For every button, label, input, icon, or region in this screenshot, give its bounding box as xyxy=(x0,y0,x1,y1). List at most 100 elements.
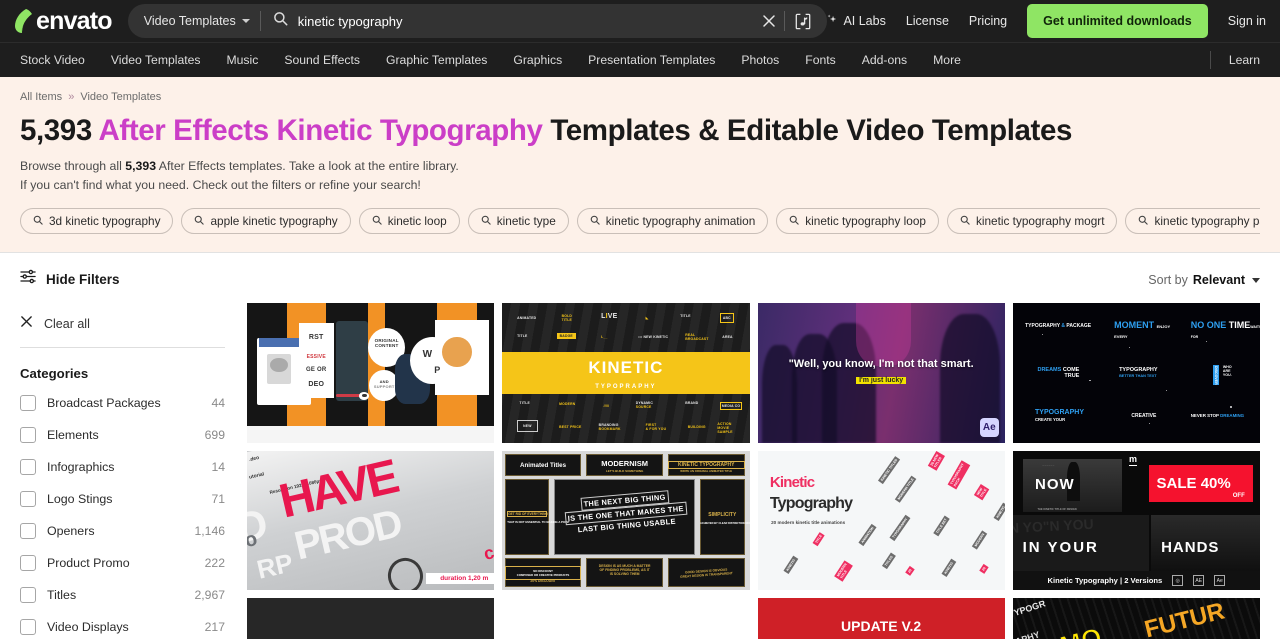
pill-apple-kinetic-typography[interactable]: apple kinetic typography xyxy=(181,208,351,235)
pill-label: kinetic type xyxy=(496,214,556,229)
pill-3d-kinetic-typography[interactable]: 3d kinetic typography xyxy=(20,208,174,235)
nav-item-graphic-templates[interactable]: Graphic Templates xyxy=(386,53,487,67)
result-card[interactable]: FUN xyxy=(247,598,495,639)
related-search-pills: 3d kinetic typography apple kinetic typo… xyxy=(20,208,1260,252)
get-unlimited-downloads-button[interactable]: Get unlimited downloads xyxy=(1027,4,1208,38)
result-card[interactable]: RST ESSIVE GE OR DEO ORIGINAL CONTENT AND… xyxy=(247,303,495,443)
filter-elements[interactable]: Elements 699 xyxy=(20,419,225,451)
result-card[interactable]: TYPOGR APHY TIC MO FUTUR FAST & UTU III xyxy=(1012,598,1260,639)
breadcrumb-separator: » xyxy=(68,91,75,103)
envato-logo[interactable]: envato xyxy=(14,8,113,34)
checkbox[interactable] xyxy=(20,459,36,476)
card-sale-sub: OFF xyxy=(1232,493,1245,500)
badge-icon: Ae xyxy=(1214,575,1226,587)
filter-count: 71 xyxy=(211,492,225,507)
result-card[interactable]: UPDATE V.2 80 ANIMATION TITLES xyxy=(757,598,1005,639)
result-card[interactable]: Kinetic Typography 20 modern kinetic tit… xyxy=(757,450,1005,591)
pill-kinetic-typography-pack[interactable]: kinetic typography pack xyxy=(1125,208,1260,235)
nav-item-add-ons[interactable]: Add-ons xyxy=(862,53,907,67)
search-icon xyxy=(273,11,288,31)
filter-video-displays[interactable]: Video Displays 217 xyxy=(20,611,225,639)
filter-infographics[interactable]: Infographics 14 xyxy=(20,451,225,483)
badge-icon: AE xyxy=(1193,575,1205,587)
nav-item-presentation-templates[interactable]: Presentation Templates xyxy=(588,53,715,67)
divider xyxy=(1209,51,1211,69)
search-category-dropdown[interactable]: Video Templates xyxy=(144,14,260,28)
bolt-icon xyxy=(14,9,34,33)
filter-broadcast-packages[interactable]: Broadcast Packages 44 xyxy=(20,387,225,419)
sign-in-link[interactable]: Sign in xyxy=(1228,14,1266,28)
nav-item-music[interactable]: Music xyxy=(227,53,259,67)
result-card[interactable]: "Well, you know, I'm not that smart. I'm… xyxy=(757,303,1005,443)
hide-filters-label: Hide Filters xyxy=(46,271,120,287)
result-card[interactable]: — — — — — — NOW THE KINETIC TITLE OF DES… xyxy=(1012,450,1260,591)
sparkle-icon xyxy=(827,14,838,29)
pill-label: kinetic typography mogrt xyxy=(975,214,1105,229)
pill-kinetic-type[interactable]: kinetic type xyxy=(467,208,569,235)
result-card[interactable]: Animated Titles MODERNISM LET'S BUILD SO… xyxy=(502,450,750,591)
filter-count: 699 xyxy=(204,428,225,443)
card-footer-bar: Kinetic Typography | 2 Versions ◎ AE Ae xyxy=(1012,571,1260,591)
music-search-icon[interactable] xyxy=(785,13,821,30)
checkbox[interactable] xyxy=(20,427,36,444)
nav-item-stock-video[interactable]: Stock Video xyxy=(20,53,85,67)
nav-item-sound-effects[interactable]: Sound Effects xyxy=(284,53,360,67)
filter-openers[interactable]: Openers 1,146 xyxy=(20,515,225,547)
subtitle-count: 5,393 xyxy=(125,159,157,174)
nav-item-video-templates[interactable]: Video Templates xyxy=(111,53,201,67)
card-title: KINETIC xyxy=(588,357,664,377)
pill-label: kinetic loop xyxy=(387,214,447,229)
result-card[interactable]: TYPOGRAPHY & PACKAGE MOMENT ENJOY EVERY N… xyxy=(1012,303,1260,443)
nav-item-photos[interactable]: Photos xyxy=(741,53,779,67)
pill-kinetic-loop[interactable]: kinetic loop xyxy=(358,208,460,235)
result-card[interactable]: .deo utorial Resolution 1920x1080px D o … xyxy=(247,450,495,591)
search-bar[interactable]: Video Templates xyxy=(127,4,828,38)
nav-ai-labs[interactable]: AI Labs xyxy=(827,14,886,29)
nav-license[interactable]: License xyxy=(906,14,949,28)
divider xyxy=(20,347,225,349)
sort-value: Relevant xyxy=(1192,273,1245,288)
nav-item-learn[interactable]: Learn xyxy=(1229,53,1260,67)
filter-logo-stings[interactable]: Logo Stings 71 xyxy=(20,483,225,515)
filter-label: Openers xyxy=(47,524,95,539)
pill-label: kinetic typography pack xyxy=(1154,214,1260,229)
page-title-rest: Templates & Editable Video Templates xyxy=(550,114,1072,147)
result-card[interactable]: KINETIC TYPOPRAPHY ANIMATED BOLD TITLE LI… xyxy=(502,303,750,443)
checkbox[interactable] xyxy=(20,491,36,508)
card-footer-label: Kinetic Typography | 2 Versions xyxy=(1047,576,1163,586)
header-right-nav: AI Labs License Pricing Get unlimited do… xyxy=(827,4,1266,38)
breadcrumb-video-templates[interactable]: Video Templates xyxy=(80,91,161,103)
nav-pricing[interactable]: Pricing xyxy=(969,14,1007,28)
nav-item-fonts[interactable]: Fonts xyxy=(805,53,835,67)
results-grid: RST ESSIVE GE OR DEO ORIGINAL CONTENT AND… xyxy=(247,303,1260,639)
sort-control[interactable]: Sort by Relevant xyxy=(247,269,1260,291)
pill-kinetic-typography-loop[interactable]: kinetic typography loop xyxy=(776,208,939,235)
checkbox[interactable] xyxy=(20,395,36,412)
breadcrumb-all-items[interactable]: All Items xyxy=(20,91,62,103)
hero-section: All Items » Video Templates 5,393 After … xyxy=(0,77,1280,253)
card-text: IN YOUR xyxy=(1022,538,1099,556)
pill-kinetic-typography-animation[interactable]: kinetic typography animation xyxy=(576,208,769,235)
nav-item-graphics[interactable]: Graphics xyxy=(513,53,562,67)
filter-product-promo[interactable]: Product Promo 222 xyxy=(20,547,225,579)
card-logo: m xyxy=(1128,453,1137,466)
search-input[interactable] xyxy=(297,13,755,29)
chevron-down-icon xyxy=(241,19,250,23)
checkbox[interactable] xyxy=(20,523,36,540)
after-effects-badge: Ae xyxy=(979,417,999,437)
checkbox[interactable] xyxy=(20,555,36,572)
card-text: HANDS xyxy=(1161,538,1220,556)
filter-titles[interactable]: Titles 2,967 xyxy=(20,579,225,611)
pill-kinetic-typography-mogrt[interactable]: kinetic typography mogrt xyxy=(946,208,1118,235)
filter-label: Infographics xyxy=(47,460,115,475)
result-card[interactable]: LOOKING AUTO xyxy=(502,598,750,639)
nav-item-more[interactable]: More xyxy=(933,53,961,67)
clear-search-button[interactable] xyxy=(754,14,784,28)
hide-filters-button[interactable]: Hide Filters xyxy=(20,269,225,289)
search-icon xyxy=(33,214,43,228)
card-subtitle: TYPOPRAPHY xyxy=(595,384,657,391)
subtitle-suffix: After Effects templates. Take a look at … xyxy=(156,159,459,174)
checkbox[interactable] xyxy=(20,619,36,636)
clear-all-button[interactable]: Clear all xyxy=(20,315,225,333)
checkbox[interactable] xyxy=(20,587,36,604)
